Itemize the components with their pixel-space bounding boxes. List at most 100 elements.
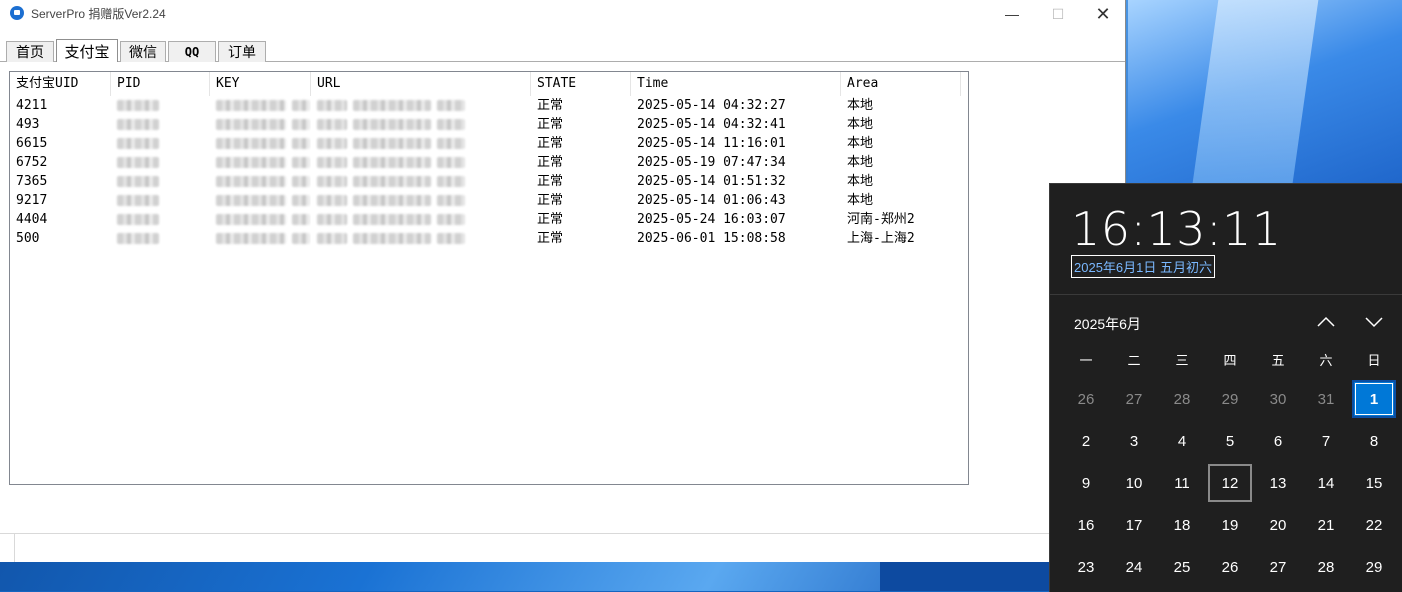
calendar-day[interactable]: 17 (1110, 504, 1158, 546)
redacted-value (216, 195, 286, 206)
tab-home[interactable]: 首页 (6, 41, 54, 62)
table-row[interactable]: 4404 正常 2025-05-24 16:03:07 河南-郑州2 (10, 210, 968, 229)
table-row[interactable]: 500 正常 2025-06-01 15:08:58 上海-上海2 (10, 229, 968, 248)
calendar-day[interactable]: 20 (1254, 504, 1302, 546)
table-row[interactable]: 4211 正常 2025-05-14 04:32:27 本地 (10, 96, 968, 115)
redacted-value (216, 138, 286, 149)
table-row[interactable]: 9217 正常 2025-05-14 01:06:43 本地 (10, 191, 968, 210)
weekday-label: 一 (1079, 353, 1093, 368)
redacted-value (437, 157, 465, 168)
calendar-day[interactable]: 18 (1158, 504, 1206, 546)
calendar-day[interactable]: 19 (1206, 504, 1254, 546)
clock-calendar-flyout: 16:13:11 2025年6月1日 五月初六 2025年6月 一二三四五六日 … (1049, 183, 1402, 592)
redacted-value (216, 157, 286, 168)
calendar-day[interactable]: 13 (1254, 462, 1302, 504)
redacted-value (317, 157, 347, 168)
cell-area: 本地 (847, 98, 874, 113)
accounts-table[interactable]: 支付宝UID PID KEY URL STATE Time Area 4211 正… (9, 71, 969, 485)
cell-url (311, 229, 531, 248)
calendar-day[interactable]: 25 (1158, 546, 1206, 588)
calendar-day[interactable]: 10 (1110, 462, 1158, 504)
cell-time: 2025-05-14 04:32:41 (637, 117, 786, 132)
calendar-day[interactable]: 8 (1350, 420, 1398, 462)
calendar-day-today[interactable]: 1 (1352, 380, 1396, 418)
minimize-button[interactable]: — (989, 0, 1035, 28)
calendar-day[interactable]: 6 (1254, 420, 1302, 462)
calendar-day[interactable]: 29 (1350, 546, 1398, 588)
calendar-day[interactable]: 9 (1062, 462, 1110, 504)
column-header-uid[interactable]: 支付宝UID (10, 72, 111, 96)
calendar-day[interactable]: 16 (1062, 504, 1110, 546)
calendar-day[interactable]: 26 (1206, 546, 1254, 588)
clock-time: 16:13:11 (1071, 202, 1282, 256)
calendar-day[interactable]: 7 (1302, 420, 1350, 462)
redacted-value (117, 214, 159, 225)
chevron-up-icon (1317, 316, 1335, 327)
calendar-day[interactable]: 4 (1158, 420, 1206, 462)
redacted-value (437, 214, 465, 225)
cell-pid (111, 115, 210, 134)
calendar-day[interactable]: 27 (1110, 378, 1158, 420)
column-header-state[interactable]: STATE (531, 72, 631, 96)
weekday-label: 五 (1271, 353, 1285, 368)
close-button[interactable]: ✕ (1080, 0, 1126, 28)
redacted-value (117, 195, 159, 206)
redacted-value (216, 233, 286, 244)
calendar-day[interactable]: 22 (1350, 504, 1398, 546)
redacted-value (117, 157, 159, 168)
cell-key (210, 96, 311, 115)
title-bar[interactable]: ServerPro 捐赠版Ver2.24 — ☐ ✕ (0, 0, 1125, 28)
table-row[interactable]: 6615 正常 2025-05-14 11:16:01 本地 (10, 134, 968, 153)
redacted-value (216, 119, 286, 130)
column-header-pid[interactable]: PID (111, 72, 210, 96)
table-row[interactable]: 7365 正常 2025-05-14 01:51:32 本地 (10, 172, 968, 191)
calendar-day[interactable]: 12 (1208, 464, 1252, 502)
cell-area: 本地 (847, 174, 874, 189)
table-row[interactable]: 6752 正常 2025-05-19 07:47:34 本地 (10, 153, 968, 172)
tab-orders[interactable]: 订单 (218, 41, 266, 62)
weekday-label: 六 (1319, 353, 1333, 368)
cell-pid (111, 153, 210, 172)
tab-qq[interactable]: QQ (168, 41, 216, 62)
tab-alipay[interactable]: 支付宝 (56, 39, 118, 62)
calendar-day[interactable]: 29 (1206, 378, 1254, 420)
calendar-day[interactable]: 15 (1350, 462, 1398, 504)
app-window: ServerPro 捐赠版Ver2.24 — ☐ ✕ 首页 支付宝 微信 QQ … (0, 0, 1126, 562)
column-header-key[interactable]: KEY (210, 72, 311, 96)
column-header-url[interactable]: URL (311, 72, 531, 96)
calendar-day[interactable]: 11 (1158, 462, 1206, 504)
previous-month-button[interactable] (1309, 308, 1343, 336)
month-title[interactable]: 2025年6月 (1074, 314, 1141, 334)
next-month-button[interactable] (1357, 308, 1391, 336)
table-row[interactable]: 493 正常 2025-05-14 04:32:41 本地 (10, 115, 968, 134)
calendar-day[interactable]: 28 (1302, 546, 1350, 588)
cell-state: 正常 (537, 193, 564, 208)
cell-key (210, 210, 311, 229)
calendar-day[interactable]: 26 (1062, 378, 1110, 420)
column-header-area[interactable]: Area (841, 72, 961, 96)
calendar-day[interactable]: 3 (1110, 420, 1158, 462)
cell-area: 上海-上海2 (847, 231, 915, 246)
redacted-value (216, 214, 286, 225)
cell-key (210, 172, 311, 191)
calendar-day[interactable]: 2 (1062, 420, 1110, 462)
redacted-value (117, 176, 159, 187)
cell-pid (111, 210, 210, 229)
calendar-day[interactable]: 5 (1206, 420, 1254, 462)
redacted-value (353, 100, 431, 111)
calendar-day[interactable]: 30 (1254, 378, 1302, 420)
calendar-day[interactable]: 21 (1302, 504, 1350, 546)
date-link[interactable]: 2025年6月1日 五月初六 (1071, 255, 1215, 278)
calendar-day[interactable]: 31 (1302, 378, 1350, 420)
calendar-day[interactable]: 23 (1062, 546, 1110, 588)
status-strip (0, 533, 1125, 562)
cell-state: 正常 (537, 231, 564, 246)
tab-wechat[interactable]: 微信 (120, 41, 166, 62)
calendar-day[interactable]: 24 (1110, 546, 1158, 588)
maximize-button[interactable]: ☐ (1035, 0, 1081, 28)
calendar-day[interactable]: 27 (1254, 546, 1302, 588)
calendar-day[interactable]: 28 (1158, 378, 1206, 420)
calendar-day[interactable]: 14 (1302, 462, 1350, 504)
column-header-time[interactable]: Time (631, 72, 841, 96)
cell-url (311, 172, 531, 191)
